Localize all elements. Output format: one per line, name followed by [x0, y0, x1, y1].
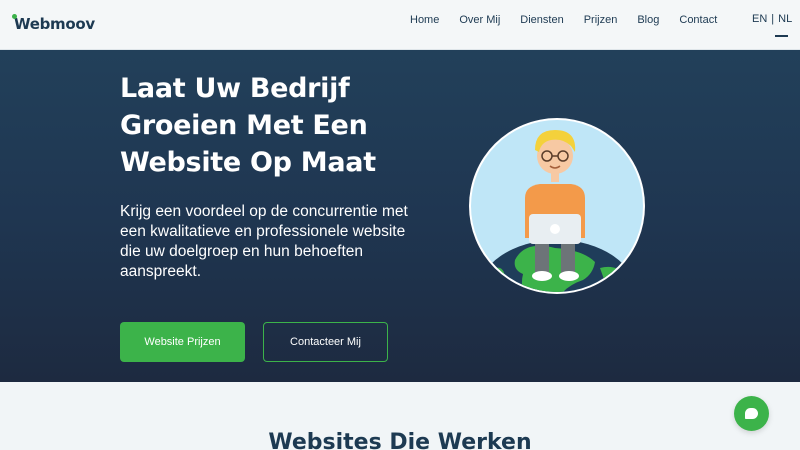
logo-mark-icon	[12, 14, 26, 34]
person-with-laptop-on-globe-illustration	[469, 118, 645, 294]
site-header: Webmoov Home Over Mij Diensten Prijzen B…	[0, 0, 800, 50]
nav-item-contact[interactable]: Contact	[679, 14, 717, 26]
hero-subtext: Krijg een voordeel op de concurrentie me…	[120, 203, 408, 280]
logo[interactable]: Webmoov	[12, 12, 95, 36]
chat-bubble-icon	[745, 408, 758, 419]
lang-separator: |	[771, 13, 775, 25]
logo-text: Webmoov	[14, 15, 95, 33]
hero-headline: Laat Uw Bedrijf Groeien Met Een Website …	[120, 73, 376, 178]
main-nav: Home Over Mij Diensten Prijzen Blog Cont…	[400, 0, 737, 40]
lang-nl-link[interactable]: NL	[778, 13, 792, 25]
hero-section: Laat Uw Bedrijf Groeien Met Een Website …	[0, 50, 800, 382]
contacteer-mij-button[interactable]: Contacteer Mij	[263, 322, 388, 362]
language-switcher: EN | NL	[752, 13, 792, 25]
nav-item-diensten[interactable]: Diensten	[520, 14, 563, 26]
section-title: Websites Die Werken	[268, 430, 532, 450]
nav-item-over-mij[interactable]: Over Mij	[459, 14, 500, 26]
active-lang-indicator	[775, 35, 788, 37]
nav-item-prijzen[interactable]: Prijzen	[584, 14, 618, 26]
website-prijzen-button[interactable]: Website Prijzen	[120, 322, 245, 362]
chat-button[interactable]	[734, 396, 769, 431]
nav-item-blog[interactable]: Blog	[637, 14, 659, 26]
nav-item-home[interactable]: Home	[410, 14, 439, 26]
lang-en-link[interactable]: EN	[752, 13, 767, 25]
